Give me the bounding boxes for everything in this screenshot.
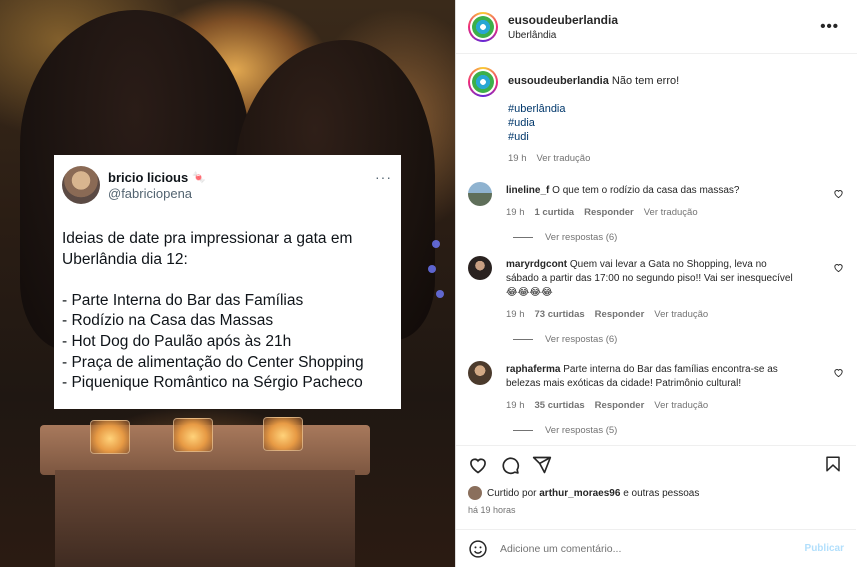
comment-item: raphaferma Parte interna do Bar das famí… bbox=[456, 361, 856, 413]
candle bbox=[173, 418, 213, 452]
post-actions: Curtido por arthur_moraes96 e outras pes… bbox=[456, 445, 856, 529]
publish-button[interactable]: Publicar bbox=[805, 543, 844, 554]
caption-time[interactable]: 19 h bbox=[508, 152, 527, 166]
candy-emoji-icon: 🍬 bbox=[192, 171, 206, 184]
tweet-list-item: - Parte Interna do Bar das Famílias bbox=[62, 291, 304, 309]
comment-time[interactable]: 19 h bbox=[506, 399, 525, 413]
bokeh-light bbox=[428, 265, 436, 273]
tweet-text: Ideias de date pra impressionar a gata e… bbox=[62, 229, 393, 394]
comment-likes[interactable]: 1 curtida bbox=[535, 206, 575, 220]
see-translation-button[interactable]: Ver tradução bbox=[644, 206, 698, 220]
candle bbox=[90, 420, 130, 454]
post-caption: eusoudeuberlandia Não tem erro! #uberlân… bbox=[456, 55, 856, 166]
share-icon[interactable] bbox=[532, 455, 552, 475]
tweet-more-icon: ··· bbox=[375, 169, 392, 185]
view-replies-button[interactable]: Ver respostas (6) bbox=[513, 334, 856, 345]
bokeh-light bbox=[436, 290, 444, 298]
see-translation-button[interactable]: Ver tradução bbox=[654, 399, 708, 413]
table-body bbox=[55, 470, 355, 567]
hashtag-link[interactable]: #udi bbox=[508, 130, 679, 144]
tweet-avatar bbox=[62, 166, 100, 204]
tweet-display-name: bricio licious 🍬 bbox=[108, 169, 206, 185]
heart-icon[interactable] bbox=[833, 262, 844, 273]
liker-username[interactable]: arthur_moraes96 bbox=[539, 488, 620, 499]
tweet-intro: Uberlândia dia 12: bbox=[62, 250, 188, 268]
comment-icon[interactable] bbox=[500, 455, 520, 475]
more-options-icon[interactable]: ••• bbox=[820, 18, 839, 35]
caption-text: Não tem erro! bbox=[611, 75, 680, 87]
comment-item: maryrdgcont Quem vai levar a Gata no Sho… bbox=[456, 256, 856, 322]
tweet-intro: Ideias de date pra impressionar a gata e… bbox=[62, 230, 353, 247]
see-translation-button[interactable]: Ver tradução bbox=[654, 308, 708, 322]
commenter-avatar[interactable] bbox=[468, 182, 492, 206]
comment-composer: Publicar bbox=[456, 529, 856, 567]
see-translation-button[interactable]: Ver tradução bbox=[537, 152, 591, 166]
heart-icon[interactable] bbox=[833, 188, 844, 199]
tweet-list-item: - Hot Dog do Paulão após às 21h bbox=[62, 332, 292, 350]
reply-button[interactable]: Responder bbox=[595, 399, 645, 413]
post-sidebar: eusoudeuberlandia Uberlândia ••• eusoude… bbox=[455, 0, 857, 567]
reply-button[interactable]: Responder bbox=[595, 308, 645, 322]
view-replies-button[interactable]: Ver respostas (6) bbox=[513, 232, 856, 243]
author-username[interactable]: eusoudeuberlandia bbox=[508, 13, 618, 27]
candle bbox=[263, 417, 303, 451]
comment-input[interactable] bbox=[500, 542, 790, 555]
like-heart-icon[interactable] bbox=[468, 455, 488, 475]
comment-item: lineline_f O que tem o rodízio da casa d… bbox=[456, 182, 856, 220]
comment-time[interactable]: 19 h bbox=[506, 308, 525, 322]
comment-username[interactable]: lineline_f bbox=[506, 185, 549, 196]
comment-time[interactable]: 19 h bbox=[506, 206, 525, 220]
commenter-avatar[interactable] bbox=[468, 361, 492, 385]
tweet-card: bricio licious 🍬 @fabriciopena ··· Ideia… bbox=[54, 155, 401, 409]
author-avatar[interactable] bbox=[468, 67, 498, 97]
post-location[interactable]: Uberlândia bbox=[508, 30, 618, 41]
tweet-list-item: - Praça de alimentação do Center Shoppin… bbox=[62, 353, 364, 371]
reply-button[interactable]: Responder bbox=[584, 206, 634, 220]
liked-by: Curtido por arthur_moraes96 e outras pes… bbox=[468, 486, 844, 500]
emoji-icon[interactable] bbox=[468, 539, 488, 559]
post-image[interactable]: bricio licious 🍬 @fabriciopena ··· Ideia… bbox=[0, 0, 455, 567]
hashtag-link[interactable]: #uberlândia bbox=[508, 102, 679, 116]
hashtag-link[interactable]: #udia bbox=[508, 116, 679, 130]
author-avatar[interactable] bbox=[468, 11, 498, 42]
tweet-handle: @fabriciopena bbox=[108, 185, 193, 201]
bookmark-icon[interactable] bbox=[824, 454, 842, 474]
post-header: eusoudeuberlandia Uberlândia ••• bbox=[456, 0, 857, 54]
comment-text: O que tem o rodízio da casa das massas? bbox=[552, 185, 740, 196]
comment-likes[interactable]: 73 curtidas bbox=[535, 308, 585, 322]
liker-avatar[interactable] bbox=[468, 486, 482, 500]
caption-username[interactable]: eusoudeuberlandia bbox=[508, 75, 609, 87]
comments-list[interactable]: eusoudeuberlandia Não tem erro! #uberlân… bbox=[456, 55, 856, 445]
heart-icon[interactable] bbox=[833, 367, 844, 378]
bokeh-light bbox=[432, 240, 440, 248]
tweet-list-item: - Piquenique Romântico na Sérgio Pacheco bbox=[62, 374, 363, 392]
comment-username[interactable]: maryrdgcont bbox=[506, 259, 567, 270]
comment-username[interactable]: raphaferma bbox=[506, 364, 560, 375]
view-replies-button[interactable]: Ver respostas (5) bbox=[513, 425, 856, 436]
commenter-avatar[interactable] bbox=[468, 256, 492, 280]
tweet-list-item: - Rodízio na Casa das Massas bbox=[62, 312, 274, 330]
comment-likes[interactable]: 35 curtidas bbox=[535, 399, 585, 413]
post-time[interactable]: há 19 horas bbox=[468, 505, 844, 515]
